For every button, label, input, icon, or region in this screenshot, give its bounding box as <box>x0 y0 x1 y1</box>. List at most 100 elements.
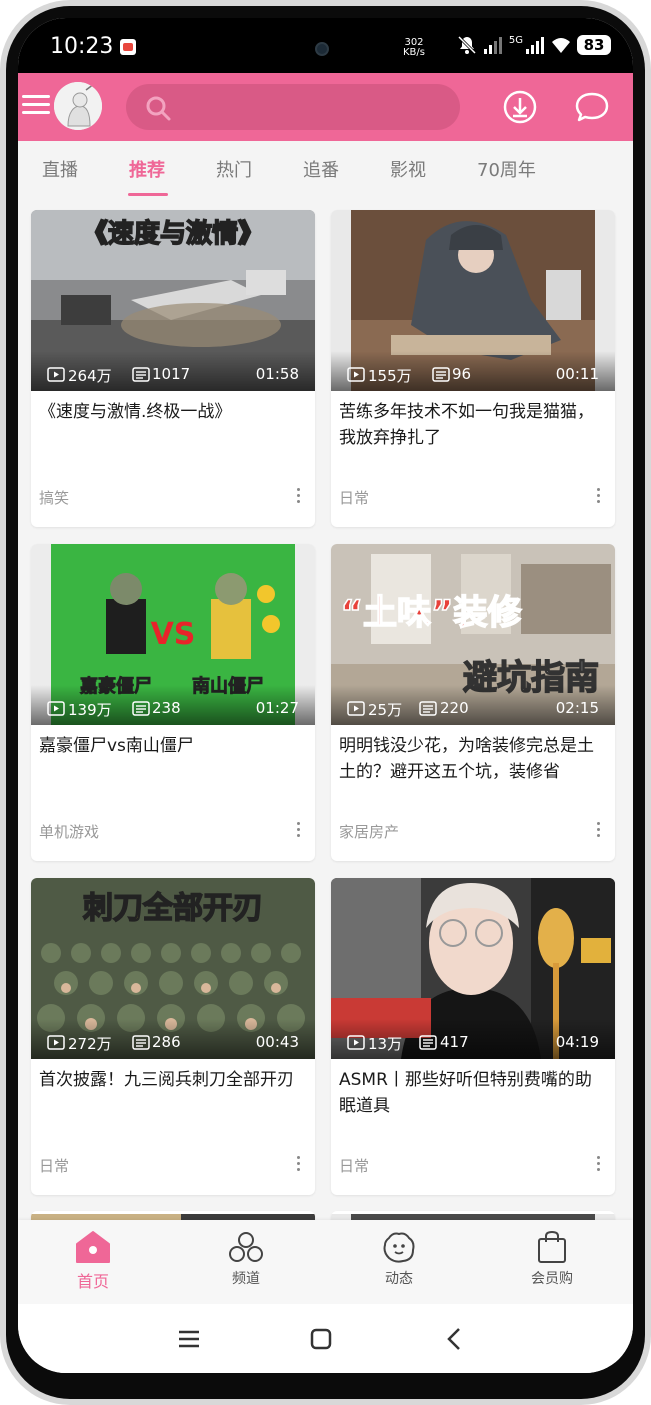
tab-movies[interactable]: 影视 <box>390 156 426 182</box>
video-card[interactable]: 155万 96 00:11 苦练多年技术不如一句我是猫猫，我放弃挣扎了 日常 <box>331 210 615 527</box>
video-thumbnail: 155万 96 00:11 <box>331 210 615 391</box>
search-bar[interactable] <box>126 84 460 130</box>
video-category[interactable]: 单机游戏 <box>39 821 99 842</box>
play-count-icon <box>347 701 365 716</box>
danmaku-count: 96 <box>452 365 472 383</box>
avatar-image <box>54 82 102 130</box>
video-meta: 264万 1017 01:58 <box>31 364 315 386</box>
danmaku-icon <box>132 367 150 382</box>
view-count: 264万 <box>68 367 112 385</box>
view-count: 155万 <box>368 367 412 385</box>
recent-apps-icon[interactable] <box>176 1326 202 1352</box>
more-options-icon[interactable] <box>293 822 303 840</box>
play-count-icon <box>347 1035 365 1050</box>
status-time: 10:23 <box>50 34 114 59</box>
view-count: 13万 <box>368 1035 403 1053</box>
avatar[interactable] <box>54 82 102 130</box>
video-meta: 272万 286 00:43 <box>31 1032 315 1054</box>
view-count: 272万 <box>68 1035 112 1053</box>
nav-vip-shop-label: 会员购 <box>531 1271 573 1287</box>
video-category[interactable]: 家居房产 <box>339 821 399 842</box>
danmaku-icon <box>132 1035 150 1050</box>
home-icon <box>76 1231 110 1263</box>
view-count: 139万 <box>68 701 112 719</box>
video-duration: 02:15 <box>555 699 599 717</box>
danmaku-icon <box>419 1035 437 1050</box>
channels-icon <box>229 1232 263 1262</box>
video-title[interactable]: 苦练多年技术不如一句我是猫猫，我放弃挣扎了 <box>339 399 607 451</box>
video-duration: 00:11 <box>555 365 599 383</box>
more-options-icon[interactable] <box>293 488 303 506</box>
home-button-icon[interactable] <box>308 1326 334 1352</box>
download-icon[interactable] <box>502 89 538 125</box>
thumbnail-text: “土味”装修 <box>341 593 523 633</box>
menu-icon[interactable] <box>22 95 50 117</box>
thumbnail-text: 《速度与激情》 <box>82 218 264 249</box>
play-count-icon <box>347 367 365 382</box>
front-camera <box>315 42 329 56</box>
more-options-icon[interactable] <box>293 1156 303 1174</box>
wifi-icon <box>552 38 570 53</box>
danmaku-count: 238 <box>152 699 181 717</box>
nav-vip-shop[interactable]: 会员购 <box>502 1230 602 1288</box>
nav-channels-label: 频道 <box>232 1271 260 1287</box>
video-card[interactable]: 刺刀全部开刃 272万 286 00:43 首次披露！九三阅兵刺刀全部开刃 日常 <box>31 878 315 1195</box>
tab-live[interactable]: 直播 <box>42 156 78 182</box>
network-speed-unit: KB/s <box>403 47 425 58</box>
more-options-icon[interactable] <box>593 1156 603 1174</box>
nav-home-label: 首页 <box>76 1272 109 1291</box>
bottom-navigation: 首页 频道 动态 会员购 <box>18 1220 633 1304</box>
play-count-icon <box>47 701 65 716</box>
video-title[interactable]: ASMR丨那些好听但特别费嘴的助眠道具 <box>339 1067 607 1119</box>
thumbnail-text: 刺刀全部开刃 <box>83 891 263 926</box>
video-thumbnail: “土味”装修 避坑指南 25万 220 02:15 <box>331 544 615 725</box>
video-title[interactable]: 明明钱没少花，为啥装修完总是土土的？避开这五个坑，装修省 <box>339 733 607 785</box>
video-meta: 139万 238 01:27 <box>31 698 315 720</box>
more-options-icon[interactable] <box>593 822 603 840</box>
danmaku-icon <box>432 367 450 382</box>
video-card[interactable]: 13万 417 04:19 ASMR丨那些好听但特别费嘴的助眠道具 日常 <box>331 878 615 1195</box>
category-tabs: 直播 推荐 热门 追番 影视 70周年 <box>18 141 633 197</box>
video-duration: 01:27 <box>255 699 299 717</box>
thumbnail-vs-text: VS <box>151 617 196 652</box>
tab-anime[interactable]: 追番 <box>303 156 339 182</box>
video-card[interactable]: 《速度与激情》 264万 1017 01:58 《速度与激情.终极一战》 搞笑 <box>31 210 315 527</box>
danmaku-count: 220 <box>440 699 469 717</box>
video-thumbnail: VS 嘉豪僵尸 南山僵尸 139万 238 01:27 <box>31 544 315 725</box>
danmaku-count: 286 <box>152 1033 181 1051</box>
system-navigation-bar <box>18 1304 633 1373</box>
tab-hot[interactable]: 热门 <box>216 156 252 182</box>
back-icon[interactable] <box>442 1326 468 1352</box>
nav-home[interactable]: 首页 <box>43 1230 143 1292</box>
video-duration: 04:19 <box>555 1033 599 1051</box>
nav-dynamic[interactable]: 动态 <box>349 1230 449 1288</box>
video-category[interactable]: 日常 <box>339 1155 369 1176</box>
nav-channels[interactable]: 频道 <box>196 1230 296 1288</box>
video-meta: 155万 96 00:11 <box>331 364 615 386</box>
video-title[interactable]: 嘉豪僵尸vs南山僵尸 <box>39 733 307 759</box>
video-meta: 25万 220 02:15 <box>331 698 615 720</box>
danmaku-icon <box>132 701 150 716</box>
video-category[interactable]: 搞笑 <box>39 487 69 508</box>
network-speed: 302 KB/s <box>403 38 425 58</box>
video-card[interactable]: “土味”装修 避坑指南 25万 220 02:15 明明钱没少花，为啥装修完总是… <box>331 544 615 861</box>
video-title[interactable]: 首次披露！九三阅兵刺刀全部开刃 <box>39 1067 307 1093</box>
video-duration: 01:58 <box>255 365 299 383</box>
notification-app-icon <box>120 39 136 55</box>
video-category[interactable]: 日常 <box>39 1155 69 1176</box>
app-header <box>18 73 633 141</box>
more-options-icon[interactable] <box>593 488 603 506</box>
play-count-icon <box>47 367 65 382</box>
message-icon[interactable] <box>574 89 610 125</box>
active-tab-indicator <box>128 193 168 196</box>
video-title[interactable]: 《速度与激情.终极一战》 <box>39 399 307 425</box>
shopping-bag-icon <box>538 1230 566 1263</box>
video-card[interactable]: VS 嘉豪僵尸 南山僵尸 139万 238 01:27 嘉豪僵尸vs南山僵尸 单… <box>31 544 315 861</box>
tab-recommend[interactable]: 推荐 <box>129 156 165 182</box>
tab-70th-anniversary[interactable]: 70周年 <box>477 156 536 182</box>
search-icon <box>146 96 171 121</box>
video-category[interactable]: 日常 <box>339 487 369 508</box>
play-count-icon <box>47 1035 65 1050</box>
signal-icon-2 <box>526 37 544 54</box>
danmaku-count: 417 <box>440 1033 469 1051</box>
